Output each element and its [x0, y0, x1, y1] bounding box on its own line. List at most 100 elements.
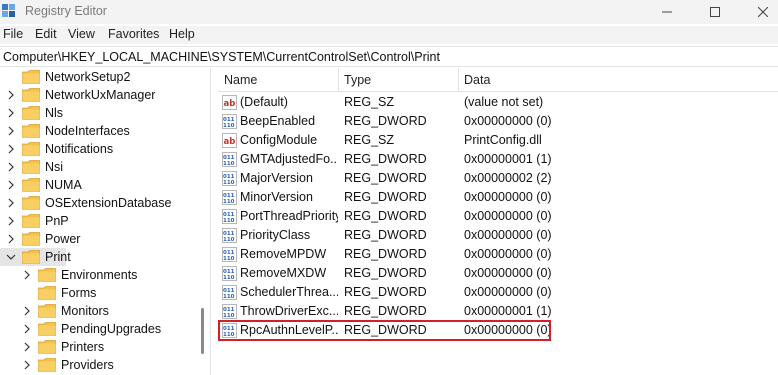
values-list[interactable]: Name Type Data ab (Default) REG_SZ (value n… — [218, 68, 778, 375]
svg-text:110: 110 — [223, 275, 235, 281]
chevron-right-icon[interactable] — [22, 324, 32, 334]
tree-item-label: Forms — [61, 286, 97, 300]
tree-item-label: NetworkSetup2 — [45, 70, 131, 84]
value-row[interactable]: ab ConfigModule REG_SZ PrintConfig.dll — [218, 131, 778, 150]
dword-value-icon: 011 110 — [222, 209, 237, 224]
chevron-right-icon[interactable] — [22, 342, 32, 352]
column-header-type[interactable]: Type — [344, 73, 371, 87]
chevron-right-icon[interactable] — [6, 216, 16, 226]
value-name: ThrowDriverExc... — [240, 304, 338, 318]
value-name: BeepEnabled — [240, 114, 316, 128]
tree-item[interactable]: NetworkSetup2 — [0, 68, 200, 86]
tree-item[interactable]: Power — [0, 230, 200, 248]
chevron-down-icon[interactable] — [6, 252, 16, 262]
svg-text:110: 110 — [223, 256, 235, 262]
registry-editor-app-icon — [2, 4, 15, 17]
tree-item[interactable]: NUMA — [0, 176, 200, 194]
pane-divider[interactable] — [210, 68, 211, 375]
folder-icon — [22, 178, 40, 192]
tree-item[interactable]: PnP — [0, 212, 200, 230]
value-type: REG_SZ — [344, 95, 395, 109]
tree-item[interactable]: Nls — [0, 104, 200, 122]
value-data: (value not set) — [464, 95, 544, 109]
column-separator[interactable] — [458, 68, 459, 92]
tree-item-label: PnP — [45, 214, 69, 228]
value-data: 0x00000001 (1) — [464, 304, 552, 318]
value-row[interactable]: 011 110 RemoveMPDW REG_DWORD 0x00000000 (0) — [218, 245, 778, 264]
value-row[interactable]: 011 110 ThrowDriverExc... REG_DWORD 0x000000… — [218, 302, 778, 321]
svg-text:110: 110 — [223, 237, 235, 243]
maximize-button[interactable] — [692, 0, 738, 24]
folder-icon — [22, 88, 40, 102]
value-row[interactable]: 011 110 SchedulerThrea... REG_DWORD 0x000000… — [218, 283, 778, 302]
chevron-right-icon[interactable] — [6, 198, 16, 208]
value-row[interactable]: 011 110 PriorityClass REG_DWORD 0x00000000 (… — [218, 226, 778, 245]
chevron-right-icon[interactable] — [6, 180, 16, 190]
value-type: REG_DWORD — [344, 266, 427, 280]
chevron-right-icon[interactable] — [6, 90, 16, 100]
menu-file[interactable]: File — [3, 27, 23, 41]
svg-text:110: 110 — [223, 313, 235, 319]
chevron-right-icon[interactable] — [22, 360, 32, 370]
menu-favorites[interactable]: Favorites — [108, 27, 159, 41]
value-data: 0x00000001 (1) — [464, 152, 552, 166]
value-name: RemoveMXDW — [240, 266, 327, 280]
tree-scrollbar-thumb[interactable] — [201, 308, 204, 354]
registry-tree[interactable]: NetworkSetup2 NetworkUxManager Nls NodeInte… — [0, 68, 210, 375]
menu-edit[interactable]: Edit — [35, 27, 57, 41]
value-row[interactable]: 011 110 PortThreadPriority REG_DWORD 0x00000… — [218, 207, 778, 226]
tree-item[interactable]: NodeInterfaces — [0, 122, 200, 140]
address-bar[interactable]: Computer\HKEY_LOCAL_MACHINE\SYSTEM\Curre… — [0, 46, 778, 67]
chevron-right-icon[interactable] — [6, 162, 16, 172]
value-row[interactable]: ab (Default) REG_SZ (value not set) — [218, 93, 778, 112]
tree-item[interactable]: Forms — [0, 284, 200, 302]
value-row[interactable]: 011 110 RemoveMXDW REG_DWORD 0x00000000 (0) — [218, 264, 778, 283]
tree-item[interactable]: Print — [0, 248, 71, 266]
tree-item[interactable]: Monitors — [0, 302, 200, 320]
column-header-name[interactable]: Name — [224, 73, 257, 87]
maximize-icon — [710, 7, 720, 17]
string-value-icon: ab — [222, 133, 237, 148]
dword-value-icon: 011 110 — [222, 266, 237, 281]
column-header-data[interactable]: Data — [464, 73, 490, 87]
svg-text:110: 110 — [223, 218, 235, 224]
tree-item[interactable]: Providers — [0, 356, 200, 374]
folder-icon — [22, 160, 40, 174]
chevron-right-icon[interactable] — [22, 270, 32, 280]
close-button[interactable] — [740, 0, 778, 24]
value-data: 0x00000000 (0) — [464, 114, 552, 128]
minimize-button[interactable] — [644, 0, 690, 24]
tree-item[interactable]: Environments — [0, 266, 200, 284]
folder-icon — [38, 304, 56, 318]
close-icon — [758, 7, 768, 17]
folder-icon — [22, 196, 40, 210]
tree-item-label: Providers — [61, 358, 114, 372]
tree-item[interactable]: PendingUpgrades — [0, 320, 200, 338]
tree-item-label: Print — [45, 250, 71, 264]
chevron-right-icon[interactable] — [6, 234, 16, 244]
value-type: REG_DWORD — [344, 171, 427, 185]
dword-value-icon: 011 110 — [222, 114, 237, 129]
value-row[interactable]: 011 110 BeepEnabled REG_DWORD 0x00000000 (0) — [218, 112, 778, 131]
value-row[interactable]: 011 110 MinorVersion REG_DWORD 0x00000000 (0… — [218, 188, 778, 207]
value-type: REG_DWORD — [344, 285, 427, 299]
tree-item[interactable]: Nsi — [0, 158, 200, 176]
svg-text:ab: ab — [224, 99, 236, 109]
menu-view[interactable]: View — [68, 27, 95, 41]
address-path[interactable]: Computer\HKEY_LOCAL_MACHINE\SYSTEM\Curre… — [3, 50, 440, 64]
value-row[interactable]: 011 110 MajorVersion REG_DWORD 0x00000002 (2… — [218, 169, 778, 188]
value-row[interactable]: 011 110 GMTAdjustedFo... REG_DWORD 0x0000000… — [218, 150, 778, 169]
tree-item[interactable]: NetworkUxManager — [0, 86, 200, 104]
value-type: REG_DWORD — [344, 152, 427, 166]
menu-help[interactable]: Help — [169, 27, 195, 41]
tree-item[interactable]: OSExtensionDatabase — [0, 194, 200, 212]
tree-item-label: Monitors — [61, 304, 109, 318]
chevron-right-icon[interactable] — [6, 126, 16, 136]
chevron-right-icon[interactable] — [22, 306, 32, 316]
tree-item[interactable]: Notifications — [0, 140, 200, 158]
chevron-right-icon[interactable] — [6, 108, 16, 118]
value-type: REG_DWORD — [344, 114, 427, 128]
chevron-right-icon[interactable] — [6, 144, 16, 154]
column-separator[interactable] — [338, 68, 339, 92]
tree-item[interactable]: Printers — [0, 338, 200, 356]
